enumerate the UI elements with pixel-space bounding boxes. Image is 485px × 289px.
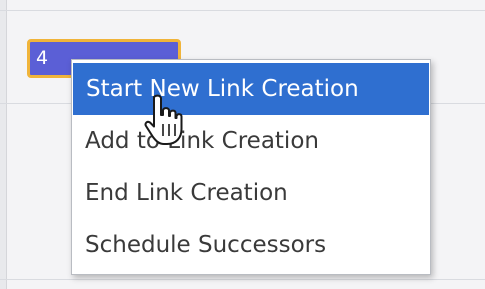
menu-item-label: Start New Link Creation <box>86 76 359 102</box>
context-menu: Start New Link Creation Add to Link Crea… <box>71 59 431 275</box>
row-gridline <box>0 10 485 11</box>
menu-item-end-link-creation[interactable]: End Link Creation <box>72 167 430 219</box>
row-gridline <box>0 279 485 280</box>
menu-item-label: Add to Link Creation <box>85 128 319 154</box>
menu-item-add-to-link-creation[interactable]: Add to Link Creation <box>72 115 430 167</box>
menu-item-schedule-successors[interactable]: Schedule Successors <box>72 219 430 271</box>
row-header-strip <box>0 0 7 289</box>
hand-pointer-icon <box>144 94 183 145</box>
menu-item-label: End Link Creation <box>85 180 288 206</box>
gantt-chart-area: 4 Start New Link Creation Add to Link Cr… <box>0 0 485 289</box>
task-bar-label: 4 <box>36 47 49 69</box>
menu-item-start-new-link-creation[interactable]: Start New Link Creation <box>73 63 429 115</box>
menu-item-label: Schedule Successors <box>85 232 327 258</box>
